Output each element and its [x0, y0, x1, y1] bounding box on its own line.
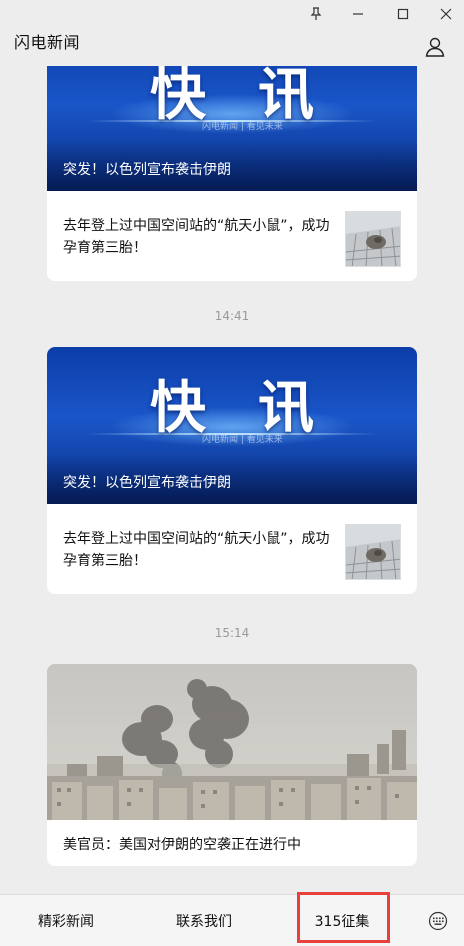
maximize-icon[interactable] [389, 2, 417, 26]
news-photo-caption[interactable]: 美官员：美国对伊朗的空袭正在进行中 [47, 820, 417, 866]
news-photo[interactable] [47, 664, 417, 820]
news-photo-title[interactable]: 美官员：美国对伊朗的空袭正在进行中 [63, 834, 301, 854]
keyboard-icon[interactable] [426, 909, 450, 933]
minimize-icon[interactable] [344, 2, 372, 26]
news-card[interactable]: 快讯 闪电新闻 | 看见未来 突发！以色列宣布袭击伊朗 去年登上过中国空间站的“… [47, 66, 417, 281]
menu-item-contact[interactable]: 联系我们 [158, 895, 250, 946]
news-hero-image[interactable]: 快讯 闪电新闻 | 看见未来 突发！以色列宣布袭击伊朗 [47, 347, 417, 504]
hero-caption[interactable]: 突发！以色列宣布袭击伊朗 [63, 159, 231, 179]
news-sub-item[interactable]: 去年登上过中国空间站的“航天小鼠”，成功孕育第三胎！ [47, 191, 417, 281]
news-sub-title[interactable]: 去年登上过中国空间站的“航天小鼠”，成功孕育第三胎！ [63, 528, 341, 572]
news-feed[interactable]: 快讯 闪电新闻 | 看见未来 突发！以色列宣布袭击伊朗 去年登上过中国空间站的“… [0, 66, 464, 894]
close-icon[interactable] [432, 2, 460, 26]
pin-icon[interactable] [302, 2, 330, 26]
profile-icon[interactable] [421, 33, 449, 61]
menu-item-news[interactable]: 精彩新闻 [20, 895, 112, 946]
app-title: 闪电新闻 [14, 33, 81, 52]
hero-watermark: 闪电新闻 | 看见未来 [202, 435, 283, 445]
news-hero-image[interactable]: 快讯 闪电新闻 | 看见未来 突发！以色列宣布袭击伊朗 [47, 66, 417, 191]
news-card[interactable]: 快讯 闪电新闻 | 看见未来 突发！以色列宣布袭击伊朗 去年登上过中国空间站的“… [47, 347, 417, 594]
news-thumbnail[interactable] [345, 524, 401, 580]
hero-watermark: 闪电新闻 | 看见未来 [202, 122, 283, 132]
news-card[interactable]: 美官员：美国对伊朗的空袭正在进行中 [47, 664, 417, 866]
timestamp: 14:41 [214, 309, 250, 323]
news-sub-item[interactable]: 去年登上过中国空间站的“航天小鼠”，成功孕育第三胎！ [47, 504, 417, 594]
hero-caption[interactable]: 突发！以色列宣布袭击伊朗 [63, 472, 231, 492]
menu-highlight-box [297, 892, 390, 943]
title-bar: 闪电新闻 [0, 0, 464, 66]
news-thumbnail[interactable] [345, 211, 401, 267]
timestamp: 15:14 [214, 626, 250, 640]
news-sub-title[interactable]: 去年登上过中国空间站的“航天小鼠”，成功孕育第三胎！ [63, 215, 341, 259]
bottom-menu-bar: 精彩新闻 联系我们 315征集 [0, 894, 464, 946]
